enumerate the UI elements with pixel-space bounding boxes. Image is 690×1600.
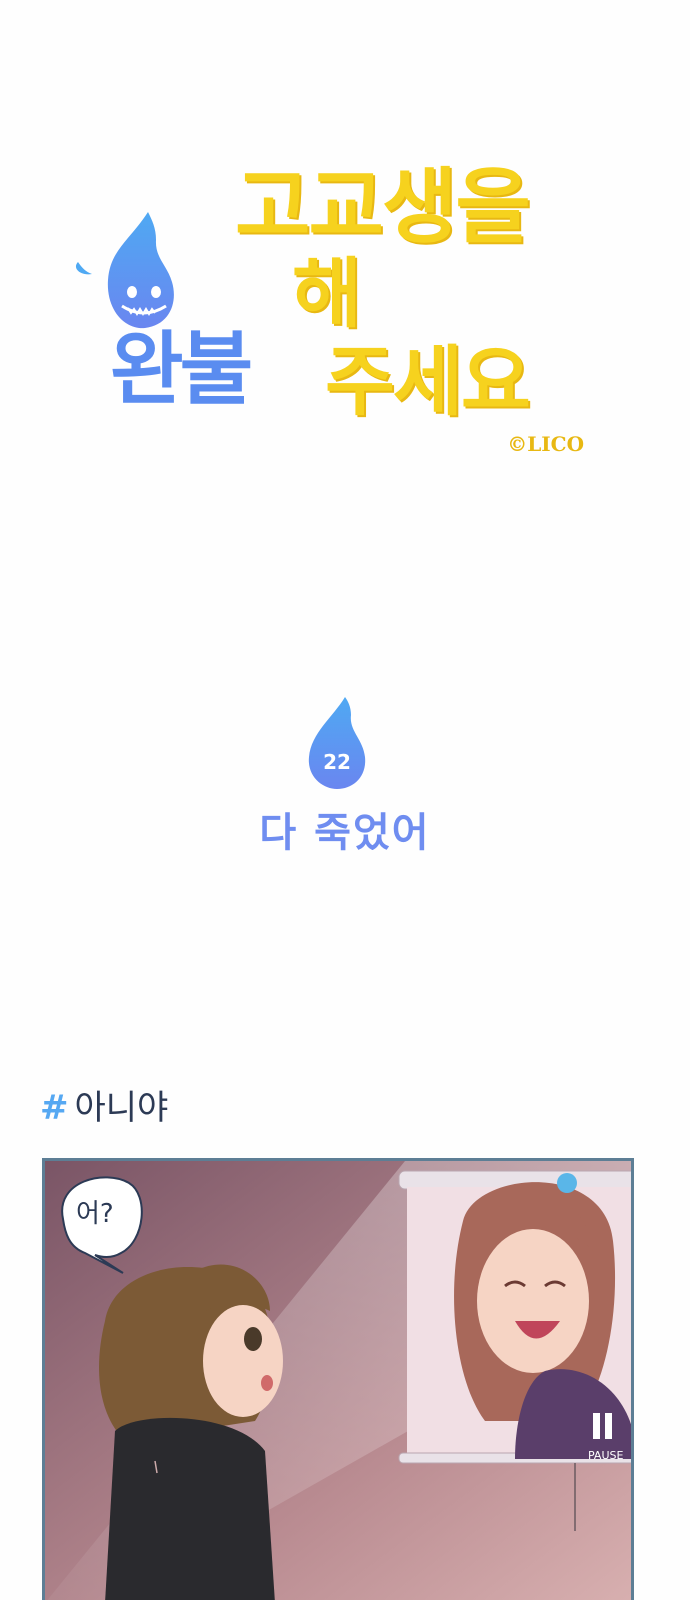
series-title-line-3: 주세요 — [325, 337, 531, 426]
hashtag-symbol: # — [40, 1088, 69, 1128]
episode-title: 다 죽었어 — [259, 810, 431, 856]
series-title-blue: 완불 — [110, 323, 253, 416]
comic-panel — [42, 1158, 634, 1600]
speech-bubble-text: 어? — [76, 1199, 114, 1229]
episode-flame-icon: 22 — [308, 697, 366, 789]
series-logo: 고교생을 완불 해 주세요 ©LICO — [70, 140, 590, 470]
series-title-line-1: 고교생을 — [235, 160, 531, 255]
copyright-label: ©LICO — [507, 432, 584, 456]
hashtag-text: 아니야 — [74, 1088, 169, 1128]
hashtag-caption: # 아니야 — [40, 1080, 168, 1129]
pause-label: PAUSE — [588, 1449, 624, 1462]
episode-number: 22 — [323, 750, 351, 774]
comic-panel-illustration — [45, 1161, 631, 1600]
